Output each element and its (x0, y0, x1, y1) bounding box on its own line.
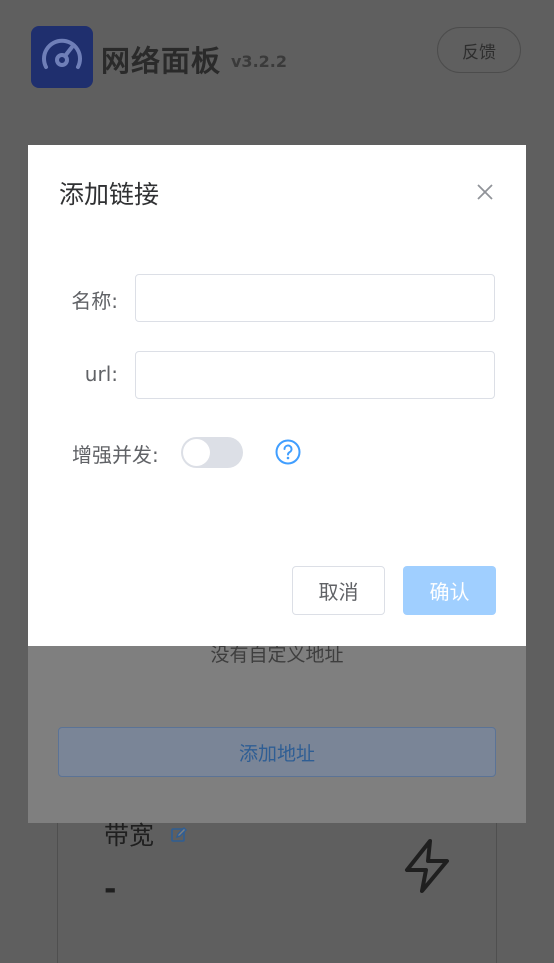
close-icon[interactable] (472, 179, 498, 205)
bandwidth-value: - (104, 872, 117, 907)
boost-concurrency-switch[interactable] (181, 437, 243, 468)
url-label: url: (84, 362, 118, 386)
add-address-button[interactable]: 添加地址 (58, 727, 496, 777)
add-link-dialog: 添加链接 名称: url: 增强并发: 取消 确认 (28, 145, 526, 646)
app-title: 网络面板 (101, 44, 222, 78)
switch-knob (183, 439, 210, 466)
edit-icon[interactable] (170, 826, 188, 848)
confirm-button[interactable]: 确认 (403, 566, 496, 615)
speedometer-icon (31, 26, 93, 88)
app-header: 网络面板 v3.2.2 反馈 (0, 0, 554, 110)
bandwidth-title: 带宽 (104, 821, 155, 850)
name-input[interactable] (135, 274, 495, 322)
dialog-title: 添加链接 (59, 180, 160, 209)
boost-concurrency-label: 增强并发: (72, 443, 159, 467)
feedback-button[interactable]: 反馈 (437, 27, 521, 73)
lightning-bolt-icon (402, 838, 452, 898)
app-version: v3.2.2 (231, 52, 287, 71)
question-circle-icon[interactable] (275, 439, 301, 469)
name-label: 名称: (71, 289, 118, 313)
url-input[interactable] (135, 351, 495, 399)
cancel-button[interactable]: 取消 (292, 566, 385, 615)
